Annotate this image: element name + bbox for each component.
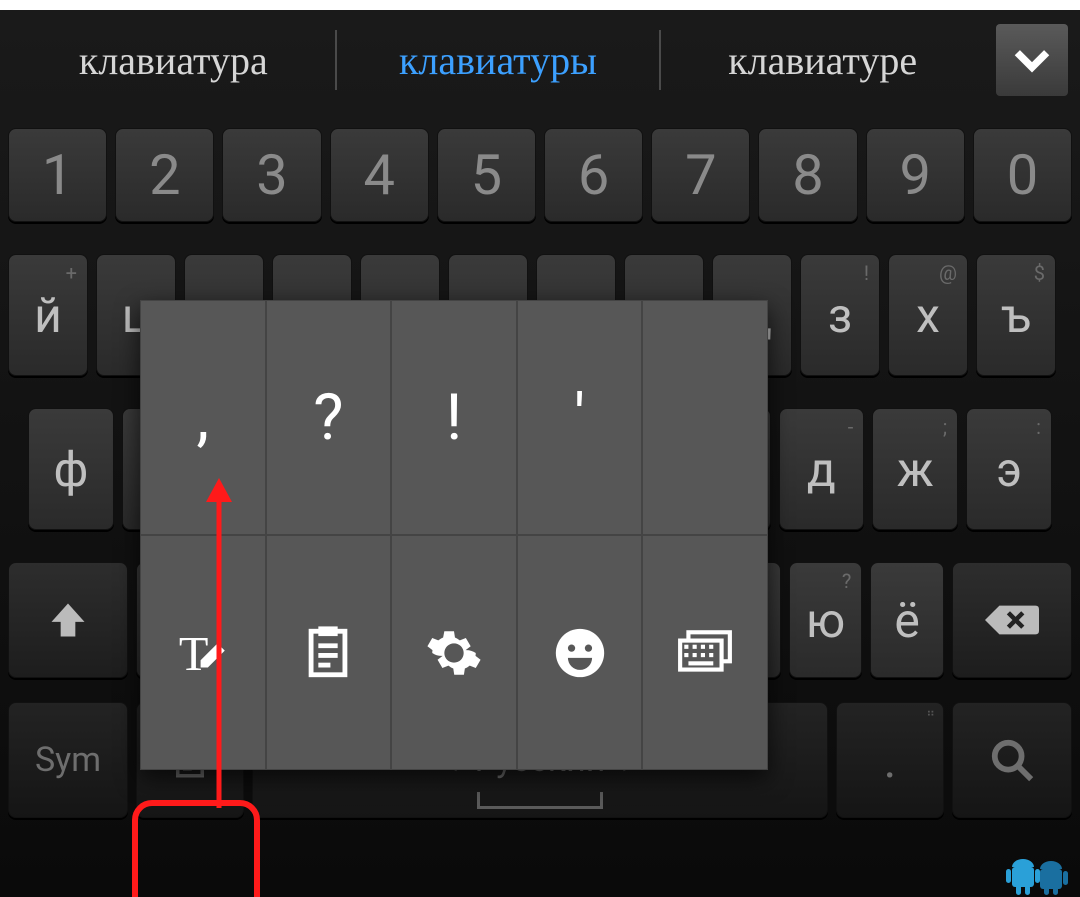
key-5[interactable]: 5 xyxy=(437,128,536,222)
search-icon xyxy=(989,737,1035,783)
space-indicator xyxy=(477,792,603,809)
popup-apostrophe[interactable]: ' xyxy=(517,300,643,535)
key-ё[interactable]: ё xyxy=(870,562,944,678)
popup-keyboard-switch[interactable] xyxy=(642,535,768,770)
popup-emoji[interactable] xyxy=(517,535,643,770)
clipboard-icon xyxy=(299,624,357,682)
key-х[interactable]: х@ xyxy=(888,254,968,376)
key-ф[interactable]: ф xyxy=(28,408,114,530)
search-key[interactable] xyxy=(952,702,1072,818)
android-watermark-icon xyxy=(1004,851,1074,895)
shift-key[interactable] xyxy=(8,562,128,678)
backspace-key[interactable] xyxy=(952,562,1072,678)
key-4[interactable]: 4 xyxy=(330,128,429,222)
shift-icon xyxy=(46,598,90,642)
key-6[interactable]: 6 xyxy=(544,128,643,222)
key-ю[interactable]: ю? xyxy=(789,562,863,678)
key-7[interactable]: 7 xyxy=(651,128,750,222)
key-з[interactable]: з! xyxy=(800,254,880,376)
key-3[interactable]: 3 xyxy=(222,128,321,222)
suggestion-2[interactable]: клавиатуре xyxy=(661,37,984,84)
key-1[interactable]: 1 xyxy=(8,128,107,222)
backspace-icon xyxy=(985,600,1039,640)
popup-comma[interactable]: , xyxy=(140,300,266,535)
key-0[interactable]: 0 xyxy=(973,128,1072,222)
popup-question[interactable]: ? xyxy=(266,300,392,535)
popup-blank[interactable] xyxy=(642,300,768,535)
popup-exclaim[interactable]: ! xyxy=(391,300,517,535)
svg-text:T: T xyxy=(179,627,209,680)
suggestion-0[interactable]: клавиатура xyxy=(12,37,335,84)
period-key[interactable]: ⠛ . xyxy=(836,702,944,818)
expand-suggestions-button[interactable] xyxy=(996,24,1068,96)
key-э[interactable]: э: xyxy=(966,408,1052,530)
popup-clipboard[interactable] xyxy=(266,535,392,770)
chevron-down-icon xyxy=(1010,38,1054,82)
key-2[interactable]: 2 xyxy=(115,128,214,222)
longpress-popup: , ? ! ' T xyxy=(140,300,768,770)
key-9[interactable]: 9 xyxy=(866,128,965,222)
popup-settings[interactable] xyxy=(391,535,517,770)
suggestion-1[interactable]: клавиатуры xyxy=(337,37,660,84)
key-ж[interactable]: ж; xyxy=(872,408,958,530)
keyboard-switch-icon xyxy=(676,624,734,682)
text-edit-icon: T xyxy=(174,624,232,682)
popup-text-edit[interactable]: T xyxy=(140,535,266,770)
sym-key[interactable]: Sym xyxy=(8,702,128,818)
key-ъ[interactable]: ъ$ xyxy=(976,254,1056,376)
key-8[interactable]: 8 xyxy=(758,128,857,222)
emoji-icon xyxy=(551,624,609,682)
gear-icon xyxy=(425,624,483,682)
key-й[interactable]: й+ xyxy=(8,254,88,376)
key-д[interactable]: д- xyxy=(779,408,865,530)
